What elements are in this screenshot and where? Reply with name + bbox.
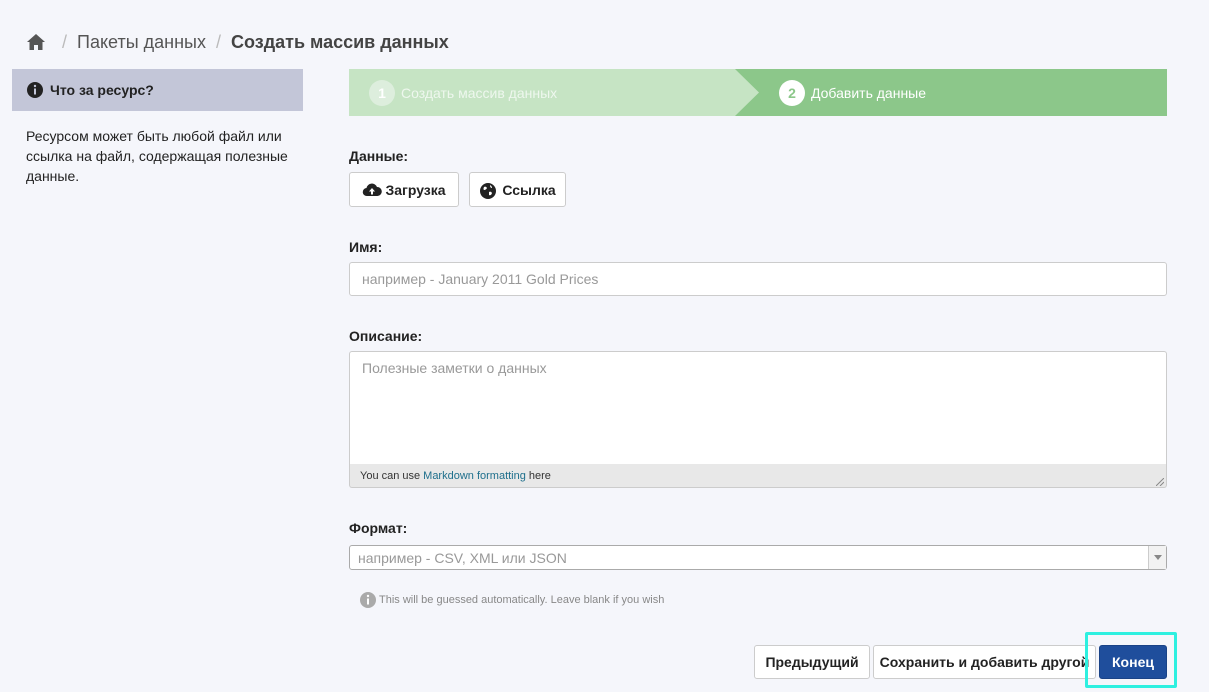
- upload-button-label: Загрузка: [385, 181, 446, 198]
- sidebar-title: Что за ресурс?: [50, 82, 154, 98]
- name-label: Имя:: [349, 239, 383, 255]
- step-label: Добавить данные: [811, 84, 927, 101]
- markdown-help-prefix: You can use: [360, 469, 421, 482]
- format-hint-text: This will be guessed automatically. Leav…: [379, 594, 665, 606]
- info-circle-icon: [26, 81, 44, 99]
- breadcrumb: / Пакеты данных / Создать массив данных: [26, 30, 449, 54]
- name-input[interactable]: [349, 262, 1167, 296]
- breadcrumb-current: Создать массив данных: [230, 31, 449, 52]
- step-create-dataset: 1 Создать массив данных: [349, 69, 759, 116]
- format-label: Формат:: [349, 520, 408, 536]
- globe-icon: [479, 182, 499, 199]
- dropdown-arrow-icon[interactable]: [1148, 546, 1166, 569]
- data-label: Данные:: [349, 148, 409, 164]
- format-select[interactable]: например - CSV, XML или JSON: [349, 545, 1167, 570]
- breadcrumb-separator: /: [215, 31, 221, 52]
- format-hint: This will be guessed automatically. Leav…: [359, 591, 664, 609]
- step-number: 1: [369, 79, 395, 106]
- link-button[interactable]: Ссылка: [469, 172, 566, 207]
- description-textarea[interactable]: [349, 351, 1167, 464]
- step-number: 2: [779, 79, 805, 106]
- markdown-help-suffix: here: [528, 469, 551, 482]
- progress-steps: 1 Создать массив данных 2 Добавить данны…: [349, 69, 1167, 116]
- description-label: Описание:: [349, 328, 423, 344]
- resize-handle-icon[interactable]: [1155, 477, 1165, 487]
- upload-button[interactable]: Загрузка: [349, 172, 459, 207]
- markdown-formatting-link[interactable]: Markdown formatting: [423, 470, 526, 482]
- save-add-another-button[interactable]: Сохранить и добавить другой: [873, 645, 1096, 679]
- breadcrumb-item-datasets[interactable]: Пакеты данных: [77, 32, 206, 53]
- info-circle-icon: [359, 591, 377, 609]
- step-label: Создать массив данных: [401, 84, 558, 101]
- link-button-label: Ссылка: [502, 181, 556, 198]
- finish-button[interactable]: Конец: [1099, 645, 1167, 679]
- markdown-help-bar: You can use Markdown formatting here: [349, 464, 1167, 488]
- cloud-upload-icon: [362, 182, 383, 198]
- breadcrumb-separator: /: [62, 31, 68, 52]
- sidebar-description: Ресурсом может быть любой файл или ссылк…: [26, 128, 288, 184]
- format-select-placeholder: например - CSV, XML или JSON: [358, 549, 567, 566]
- step-add-data: 2 Добавить данные: [779, 69, 926, 116]
- sidebar-header: Что за ресурс?: [12, 69, 303, 111]
- previous-button[interactable]: Предыдущий: [754, 645, 870, 679]
- home-icon[interactable]: [26, 33, 46, 51]
